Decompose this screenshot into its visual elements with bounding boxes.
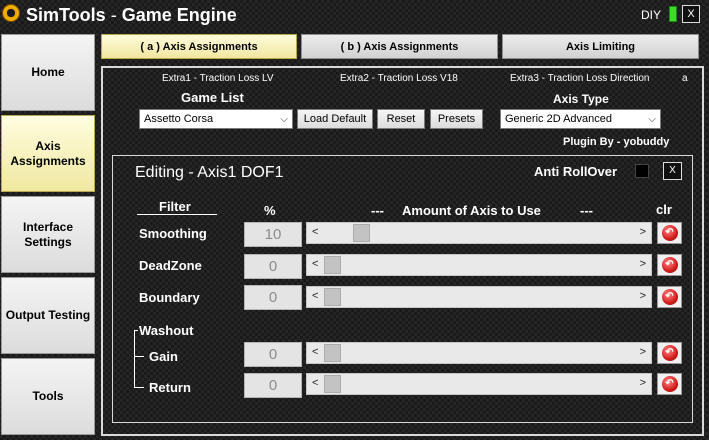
chevron-down-icon: ⌵: [280, 113, 288, 125]
anti-rollover-checkbox[interactable]: [635, 164, 649, 178]
extra1-label: Extra1 - Traction Loss LV: [162, 73, 274, 84]
boundary-label: Boundary: [139, 290, 200, 305]
slider-thumb[interactable]: [324, 288, 341, 306]
boundary-clear-button[interactable]: ↶: [657, 286, 682, 308]
sidebar-item-label: Output Testing: [5, 308, 91, 322]
slider-right-arrow-icon[interactable]: >: [640, 226, 646, 238]
app-title-separator: -: [110, 5, 117, 25]
gear-logo-icon: [2, 4, 20, 22]
slider-thumb[interactable]: [324, 375, 341, 393]
filter-header-underline: [137, 214, 217, 215]
washout-bracket-gain-tick: [134, 356, 144, 357]
boundary-slider[interactable]: < >: [306, 286, 652, 308]
slider-right-arrow-icon[interactable]: >: [640, 290, 646, 302]
anti-rollover-label: Anti RollOver: [534, 164, 618, 179]
return-clear-button[interactable]: ↶: [657, 373, 682, 395]
filter-header: Filter: [159, 199, 191, 214]
extra2-label: Extra2 - Traction Loss V18: [340, 73, 458, 84]
undo-arrow-icon: ↶: [661, 376, 678, 392]
sidebar-item-tools[interactable]: Tools: [1, 358, 95, 435]
gain-label: Gain: [149, 349, 178, 364]
deadzone-slider[interactable]: < >: [306, 254, 652, 276]
tab-label: ( a ) Axis Assignments: [140, 40, 258, 53]
amount-header-left-dashes: ---: [371, 203, 384, 218]
amount-header-right-dashes: ---: [580, 203, 593, 218]
slider-left-arrow-icon[interactable]: <: [312, 346, 318, 358]
slider-right-arrow-icon[interactable]: >: [640, 377, 646, 389]
axis-type-label: Axis Type: [553, 92, 609, 106]
status-indicator: [669, 6, 677, 22]
slider-left-arrow-icon[interactable]: <: [312, 290, 318, 302]
app-title: SimTools - Game Engine: [26, 5, 237, 26]
return-slider[interactable]: < >: [306, 373, 652, 395]
sidebar-item-home[interactable]: Home: [1, 34, 95, 111]
editor-close-button[interactable]: X: [663, 162, 682, 180]
reset-button[interactable]: Reset: [377, 109, 425, 129]
washout-label: Washout: [139, 323, 194, 338]
undo-arrow-icon: ↶: [661, 225, 678, 241]
washout-bracket-return-tick: [134, 387, 144, 388]
extra-suffix-label: a: [682, 73, 688, 84]
tab-axis-assignments-a[interactable]: ( a ) Axis Assignments: [101, 34, 297, 59]
tab-label: ( b ) Axis Assignments: [340, 40, 459, 53]
undo-arrow-icon: ↶: [661, 345, 678, 361]
slider-thumb[interactable]: [353, 224, 371, 242]
percent-header: %: [264, 203, 276, 218]
smoothing-slider[interactable]: < >: [306, 222, 652, 244]
slider-right-arrow-icon[interactable]: >: [640, 346, 646, 358]
game-list-value: Assetto Corsa: [144, 113, 214, 125]
boundary-value-field[interactable]: 0: [244, 285, 302, 310]
chevron-down-icon: ⌵: [648, 113, 656, 125]
extra3-label: Extra3 - Traction Loss Direction: [510, 73, 650, 84]
deadzone-clear-button[interactable]: ↶: [657, 254, 682, 276]
slider-left-arrow-icon[interactable]: <: [312, 258, 318, 270]
app-title-brand: SimTools: [26, 5, 106, 25]
gain-value-field[interactable]: 0: [244, 342, 302, 367]
sidebar-item-label: Axis Assignments: [10, 138, 86, 168]
tab-axis-limiting[interactable]: Axis Limiting: [502, 34, 699, 59]
smoothing-value-field[interactable]: 10: [244, 222, 302, 247]
slider-thumb[interactable]: [324, 256, 341, 274]
sidebar-item-label: Interface Settings: [22, 219, 74, 249]
tab-axis-assignments-b[interactable]: ( b ) Axis Assignments: [301, 34, 498, 59]
editor-title: Editing - Axis1 DOF1: [135, 164, 284, 181]
slider-left-arrow-icon[interactable]: <: [312, 377, 318, 389]
deadzone-label: DeadZone: [139, 258, 202, 273]
plugin-credit: Plugin By - yobuddy: [563, 136, 670, 148]
amount-header: Amount of Axis to Use: [402, 203, 541, 218]
load-default-button[interactable]: Load Default: [297, 109, 373, 129]
sidebar-item-interface-settings[interactable]: Interface Settings: [1, 196, 95, 273]
game-list-label: Game List: [181, 90, 244, 105]
gain-slider[interactable]: < >: [306, 342, 652, 364]
sidebar-item-label: Tools: [32, 389, 64, 403]
return-label: Return: [149, 380, 191, 395]
deadzone-value-field[interactable]: 0: [244, 254, 302, 279]
slider-right-arrow-icon[interactable]: >: [640, 258, 646, 270]
return-value-field[interactable]: 0: [244, 373, 302, 398]
app-title-product: Game Engine: [121, 5, 237, 25]
sidebar-item-axis-assignments[interactable]: Axis Assignments: [1, 115, 95, 192]
sidebar-item-output-testing[interactable]: Output Testing: [1, 277, 95, 354]
sidebar-item-label: Home: [31, 65, 65, 79]
game-list-select[interactable]: Assetto Corsa ⌵: [139, 109, 293, 129]
axis-type-value: Generic 2D Advanced: [505, 113, 613, 125]
slider-thumb[interactable]: [324, 344, 341, 362]
undo-arrow-icon: ↶: [661, 257, 678, 273]
slider-left-arrow-icon[interactable]: <: [312, 226, 318, 238]
gain-clear-button[interactable]: ↶: [657, 342, 682, 364]
clear-header: clr: [656, 202, 672, 217]
undo-arrow-icon: ↶: [661, 289, 678, 305]
smoothing-clear-button[interactable]: ↶: [657, 222, 682, 244]
washout-bracket: [134, 330, 135, 388]
mode-label: DIY: [641, 8, 662, 22]
presets-button[interactable]: Presets: [430, 109, 483, 129]
axis-type-select[interactable]: Generic 2D Advanced ⌵: [500, 109, 661, 129]
tab-label: Axis Limiting: [565, 40, 636, 53]
window-close-button[interactable]: X: [682, 5, 700, 23]
smoothing-label: Smoothing: [139, 226, 207, 241]
